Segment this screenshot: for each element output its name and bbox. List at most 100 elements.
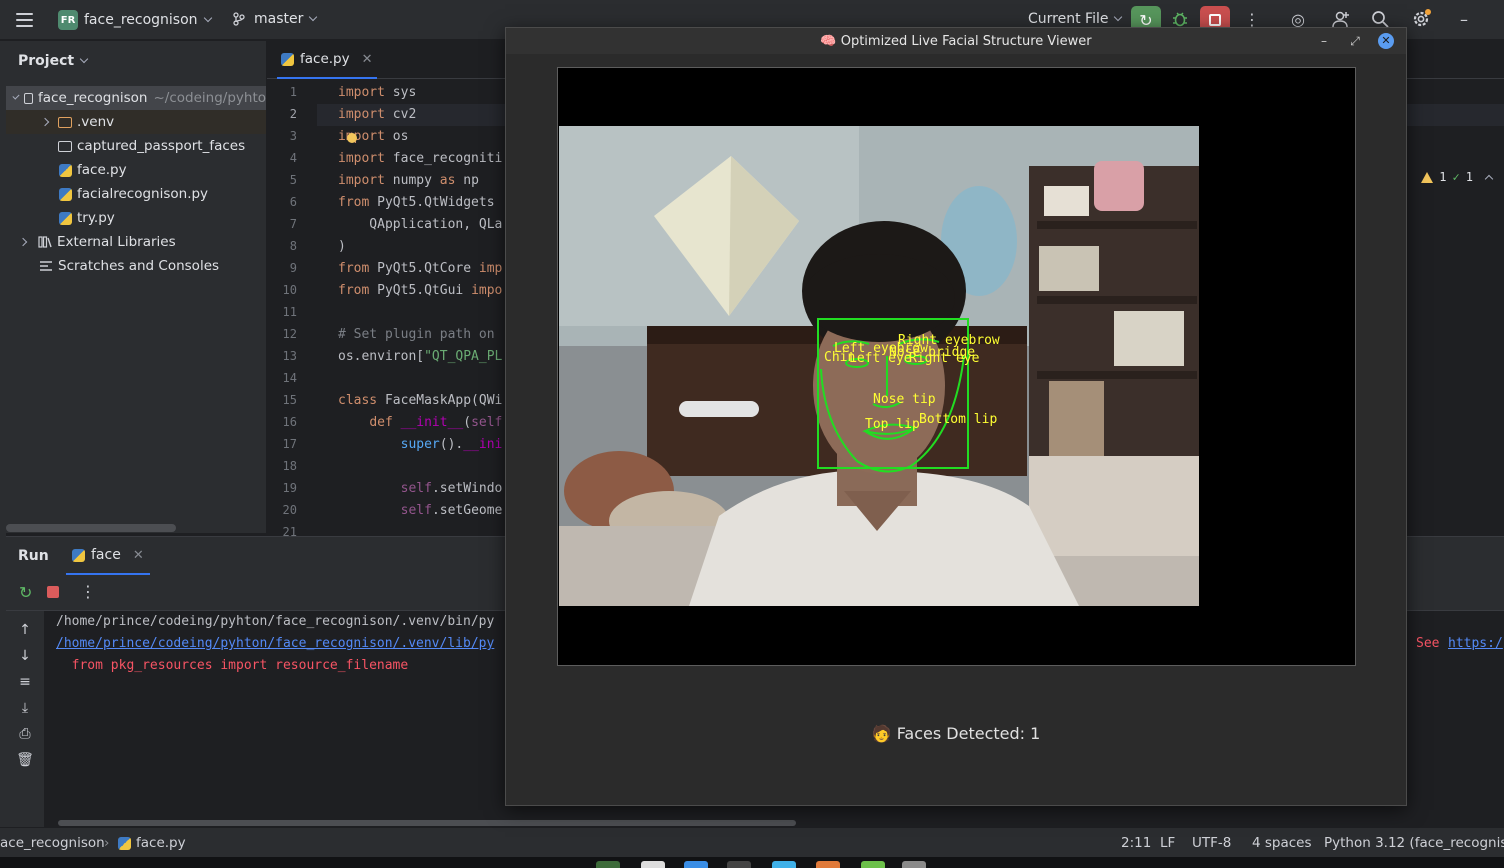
- line-number: 3: [289, 129, 297, 143]
- tree-item-label: face.py: [77, 162, 127, 178]
- tree-item-scratches[interactable]: Scratches and Consoles: [6, 254, 266, 278]
- close-tab-icon[interactable]: ✕: [362, 52, 373, 67]
- console-output-link[interactable]: /home/prince/codeing/pyhton/face_recogni…: [56, 633, 494, 655]
- tree-item-label: Scratches and Consoles: [58, 258, 220, 274]
- line-number: 7: [289, 217, 297, 231]
- breadcrumb-project[interactable]: ace_recognison: [0, 835, 105, 851]
- taskbar-app-icon[interactable]: [684, 861, 708, 868]
- tree-item-label: External Libraries: [57, 234, 176, 250]
- close-tab-icon[interactable]: ✕: [133, 548, 144, 563]
- chevron-up-icon[interactable]: [1484, 174, 1494, 184]
- tree-item-face-py[interactable]: face.py: [6, 158, 266, 182]
- folder-icon: [58, 116, 72, 128]
- stop-icon[interactable]: [47, 586, 59, 598]
- run-config-label: Current File: [1028, 11, 1109, 27]
- taskbar-app-icon[interactable]: [727, 861, 751, 868]
- project-switcher[interactable]: FR face_recognison: [58, 10, 212, 30]
- ok-count: 1: [1465, 170, 1473, 184]
- line-number: 10: [282, 283, 297, 297]
- line-number: 19: [282, 481, 297, 495]
- tree-item-external-libraries[interactable]: External Libraries: [6, 230, 266, 254]
- tree-item-label: facialrecognison.py: [77, 186, 209, 202]
- taskbar-app-icon[interactable]: [816, 861, 840, 868]
- tree-item-captured-faces[interactable]: captured_passport_faces: [6, 134, 266, 158]
- run-config-selector[interactable]: Current File: [1028, 11, 1123, 27]
- intention-bulb-icon[interactable]: [347, 133, 357, 143]
- horizontal-scrollbar[interactable]: [58, 820, 796, 826]
- python-interpreter[interactable]: Python 3.12 (face_recognison: [1324, 835, 1504, 851]
- debug-button[interactable]: [1171, 10, 1189, 28]
- collapse-chevron-icon[interactable]: [18, 237, 28, 247]
- more-actions-icon[interactable]: ⋮: [80, 582, 96, 601]
- viewer-titlebar[interactable]: 🧠 Optimized Live Facial Structure Viewer…: [506, 28, 1406, 54]
- soft-wrap-icon[interactable]: ≡: [16, 673, 34, 691]
- code-line: class FaceMaskApp(QWi: [338, 393, 503, 408]
- line-number: 16: [282, 415, 297, 429]
- tab-face-py[interactable]: face.py ✕: [277, 41, 377, 79]
- trash-icon[interactable]: 🗑: [16, 751, 34, 769]
- taskbar-app-icon[interactable]: [596, 861, 620, 868]
- minimize-icon[interactable]: –: [1316, 33, 1332, 49]
- code-line: self.setGeome: [400, 503, 503, 518]
- code-with-me-icon[interactable]: [1332, 10, 1350, 28]
- project-panel-header[interactable]: Project: [18, 53, 89, 69]
- run-tab-label: face: [91, 547, 121, 563]
- python-file-icon: [59, 163, 72, 177]
- print-icon[interactable]: ⎙: [16, 725, 34, 743]
- horizontal-scrollbar[interactable]: [6, 524, 176, 532]
- vcs-branch-switcher[interactable]: master: [232, 11, 318, 27]
- collapse-chevron-icon[interactable]: [40, 117, 50, 127]
- tree-root-folder[interactable]: face_recognison ~/codeing/pyhto: [6, 86, 266, 110]
- tree-item-facialrecognison-py[interactable]: facialrecognison.py: [6, 182, 266, 206]
- taskbar-app-icon[interactable]: [861, 861, 885, 868]
- branch-name: master: [254, 11, 304, 27]
- bug-icon: [1173, 12, 1187, 27]
- chevron-down-icon: [203, 13, 212, 23]
- tab-label: face.py: [300, 51, 350, 67]
- console-output-url[interactable]: https:/: [1448, 633, 1503, 655]
- tree-item-try-py[interactable]: try.py: [6, 206, 266, 230]
- settings-gear-icon[interactable]: [1411, 9, 1431, 29]
- tree-item-venv[interactable]: .venv: [6, 110, 266, 134]
- arrow-down-icon[interactable]: ↓: [16, 647, 34, 665]
- scroll-to-end-icon[interactable]: ⤓: [16, 699, 34, 717]
- maximize-icon[interactable]: ⤢: [1347, 33, 1363, 49]
- taskbar-app-icon[interactable]: [772, 861, 796, 868]
- code-line: import face_recogniti: [338, 151, 503, 166]
- rerun-icon[interactable]: ↻: [19, 583, 32, 602]
- tree-item-label: .venv: [77, 114, 115, 130]
- code-line: import numpy as np: [338, 173, 479, 188]
- console-output-line: from pkg_resources import resource_filen…: [56, 658, 409, 673]
- run-tab-face[interactable]: face ✕: [66, 537, 150, 575]
- label-left-eye: Left eye: [849, 351, 912, 366]
- breadcrumb-separator-icon: ›: [104, 835, 110, 851]
- arrow-up-icon[interactable]: ↑: [16, 621, 34, 639]
- code-line: from PyQt5.QtCore imp: [338, 261, 503, 276]
- expand-chevron-icon[interactable]: [12, 92, 20, 100]
- code-line: # Set plugin path on: [338, 327, 495, 342]
- main-menu-icon[interactable]: [14, 10, 34, 30]
- file-encoding[interactable]: UTF-8: [1192, 835, 1231, 851]
- line-number: 12: [282, 327, 297, 341]
- indent-setting[interactable]: 4 spaces: [1252, 835, 1312, 851]
- chevron-down-icon: [309, 12, 318, 22]
- line-separator[interactable]: LF: [1160, 835, 1175, 851]
- breadcrumb-file[interactable]: face.py: [118, 835, 186, 851]
- line-number: 2: [289, 107, 297, 121]
- breadcrumb-file-label: face.py: [136, 835, 186, 851]
- label-top-lip: Top lip: [865, 417, 920, 432]
- root-folder-path: ~/codeing/pyhto: [153, 90, 267, 106]
- search-icon[interactable]: [1371, 10, 1389, 28]
- status-bar: ace_recognison › face.py 2:11 LF UTF-8 4…: [0, 827, 1504, 857]
- code-line: super().__ini: [400, 437, 503, 452]
- chevron-down-icon: [79, 54, 89, 64]
- video-display: Right eyebrow Left eyebrow Nose bridge C…: [557, 67, 1356, 666]
- project-tool-window: Project face_recognison ~/codeing/pyhto …: [6, 41, 266, 533]
- close-icon[interactable]: ✕: [1378, 33, 1394, 49]
- caret-position[interactable]: 2:11: [1121, 835, 1151, 851]
- taskbar-app-icon[interactable]: [641, 861, 665, 868]
- minimize-window-icon[interactable]: –: [1460, 10, 1468, 29]
- run-title: Run: [18, 548, 49, 564]
- inspections-widget[interactable]: 1 ✓ 1: [1421, 170, 1494, 184]
- taskbar-app-icon[interactable]: [902, 861, 926, 868]
